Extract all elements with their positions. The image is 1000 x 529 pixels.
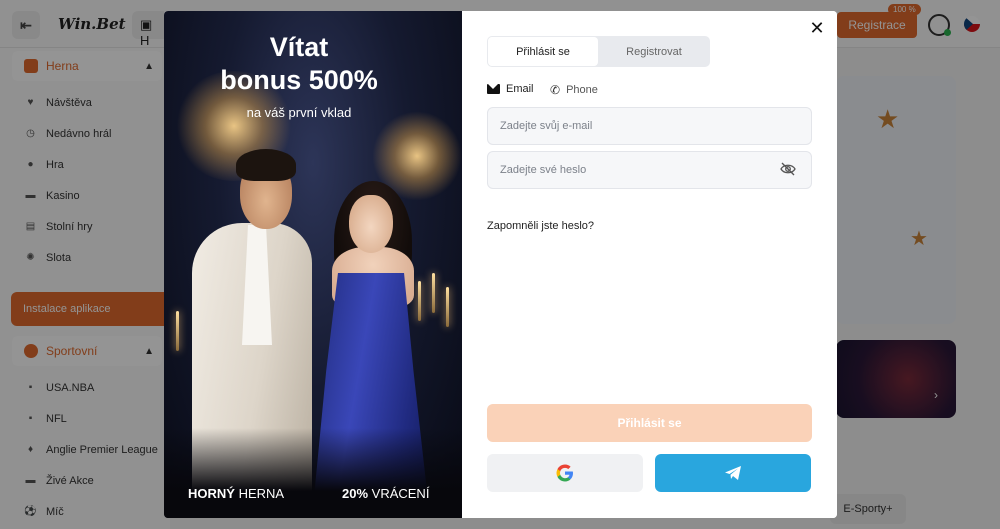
close-icon[interactable]: ✕ bbox=[807, 19, 827, 39]
tab-register[interactable]: Registrovat bbox=[599, 37, 709, 66]
forgot-password-link[interactable]: Zapomněli jste heslo? bbox=[487, 220, 594, 232]
promo-panel: Vítat bonus 500% na váš první vklad HORN… bbox=[164, 11, 462, 518]
email-field[interactable] bbox=[487, 107, 812, 145]
telegram-login-button[interactable] bbox=[655, 454, 811, 492]
password-field[interactable] bbox=[487, 151, 812, 189]
promo-footer-right-bold: 20% bbox=[342, 486, 369, 501]
auth-tabs: Přihlásit se Registrovat bbox=[487, 36, 710, 67]
method-email[interactable]: Email bbox=[487, 83, 534, 95]
login-modal: Vítat bonus 500% na váš první vklad HORN… bbox=[164, 11, 837, 518]
login-submit-button[interactable]: Přihlásit se bbox=[487, 404, 812, 442]
method-email-label: Email bbox=[506, 83, 534, 95]
promo-subtitle: na váš první vklad bbox=[246, 105, 352, 120]
promo-footer-left-bold: HORNÝ bbox=[188, 486, 235, 501]
candle bbox=[176, 311, 179, 351]
promo-footer-left-rest: HERNA bbox=[234, 486, 285, 501]
google-icon bbox=[556, 464, 573, 482]
promo-title-line2: bonus 500% bbox=[220, 65, 378, 95]
phone-icon: ✆ bbox=[550, 83, 561, 97]
telegram-icon bbox=[725, 466, 741, 480]
man-hair bbox=[236, 149, 296, 181]
woman-head bbox=[349, 195, 393, 253]
method-phone[interactable]: ✆ Phone bbox=[550, 83, 598, 97]
mail-icon bbox=[487, 84, 500, 94]
promo-title-line1: Vítat bbox=[269, 32, 329, 62]
candle bbox=[432, 273, 435, 313]
candle bbox=[418, 281, 421, 321]
method-phone-label: Phone bbox=[566, 84, 598, 96]
promo-footer-right: 20% VRÁCENÍ bbox=[342, 486, 429, 501]
candle bbox=[446, 287, 449, 327]
promo-footer-right-rest: VRÁCENÍ bbox=[368, 486, 430, 501]
floor-shadow bbox=[164, 428, 462, 518]
promo-title: Vítat bonus 500% bbox=[164, 31, 434, 97]
promo-footer-left: HORNÝ HERNA bbox=[188, 486, 284, 501]
tab-login[interactable]: Přihlásit se bbox=[488, 37, 598, 66]
login-form: ✕ Přihlásit se Registrovat Email ✆ Phone… bbox=[462, 11, 837, 518]
eye-off-icon[interactable] bbox=[780, 162, 796, 176]
google-login-button[interactable] bbox=[487, 454, 643, 492]
